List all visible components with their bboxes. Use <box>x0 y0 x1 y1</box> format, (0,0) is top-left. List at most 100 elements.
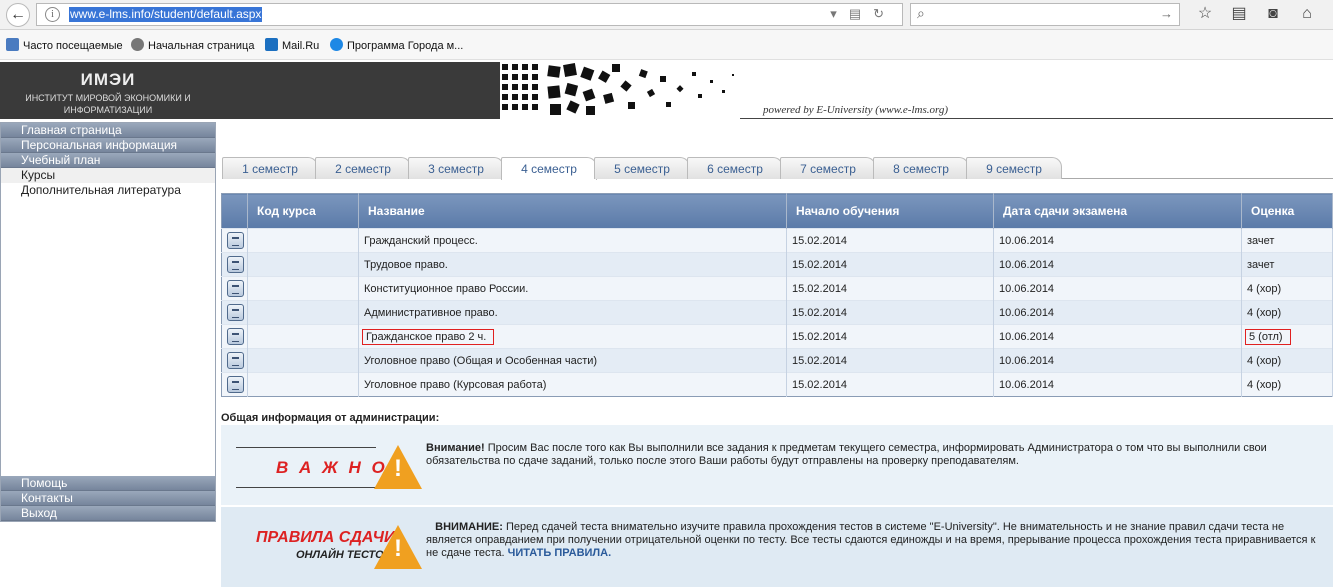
course-start: 15.02.2014 <box>786 372 994 397</box>
table-row: Конституционное право России. 15.02.2014… <box>221 276 1333 301</box>
browser-toolbar: ← i www.e-lms.info/student/default.aspx … <box>0 0 1333 30</box>
course-details-icon[interactable] <box>227 256 244 273</box>
course-exam-date: 10.06.2014 <box>993 348 1242 373</box>
highlighted-course-name: Гражданское право 2 ч. <box>361 328 495 345</box>
table-row: Гражданский процесс. 15.02.2014 10.06.20… <box>221 228 1333 253</box>
course-code <box>247 324 359 349</box>
course-grade: 4 (хор) <box>1241 348 1333 373</box>
table-row: Уголовное право (Курсовая работа) 15.02.… <box>221 372 1333 397</box>
search-input[interactable]: ⌕ → <box>910 3 1180 26</box>
course-code <box>247 300 359 325</box>
semester-tabs: 1 семестр 2 семестр 3 семестр 4 семестр … <box>222 157 1333 180</box>
mailru-icon <box>265 38 278 51</box>
tab-semester-8[interactable]: 8 семестр <box>873 157 969 179</box>
tab-semester-5[interactable]: 5 семестр <box>594 157 690 179</box>
course-details-icon[interactable] <box>227 232 244 249</box>
sidebar: Главная страница Персональная информация… <box>0 122 216 522</box>
column-header-code[interactable]: Код курса <box>247 193 359 229</box>
clipboard-icon[interactable]: ▤ <box>1222 3 1256 23</box>
tab-semester-1[interactable]: 1 семестр <box>222 157 318 179</box>
logo-subtitle: ИНСТИТУТ МИРОВОЙ ЭКОНОМИКИ И ИНФОРМАТИЗА… <box>25 93 191 115</box>
tab-semester-2[interactable]: 2 семестр <box>315 157 411 179</box>
highlighted-grade: 5 (отл) <box>1245 328 1291 345</box>
course-code <box>247 372 359 397</box>
course-grade: 5 (отл) <box>1241 324 1333 349</box>
site-header: ИМЭИ ИНСТИТУТ МИРОВОЙ ЭКОНОМИКИ И ИНФОРМ… <box>0 62 1333 119</box>
column-header-start[interactable]: Начало обучения <box>786 193 994 229</box>
sidebar-item-help[interactable]: Помощь <box>1 476 215 491</box>
sidebar-subitem-extra-literature[interactable]: Дополнительная литература <box>1 183 215 198</box>
tab-semester-9[interactable]: 9 семестр <box>966 157 1062 179</box>
course-details-icon[interactable] <box>227 352 244 369</box>
sidebar-item-contacts[interactable]: Контакты <box>1 491 215 506</box>
tab-semester-6[interactable]: 6 семестр <box>687 157 783 179</box>
course-details-icon[interactable] <box>227 376 244 393</box>
logo: ИМЭИ ИНСТИТУТ МИРОВОЙ ЭКОНОМИКИ И ИНФОРМ… <box>0 62 500 119</box>
course-details-icon[interactable] <box>227 328 244 345</box>
course-exam-date: 10.06.2014 <box>993 252 1242 277</box>
arrow-right-icon[interactable]: → <box>1160 6 1173 21</box>
course-name: Конституционное право России. <box>358 276 787 301</box>
tab-semester-3[interactable]: 3 семестр <box>408 157 504 179</box>
course-grade: зачет <box>1241 228 1333 253</box>
course-name: Уголовное право (Курсовая работа) <box>358 372 787 397</box>
course-code <box>247 276 359 301</box>
tab-semester-7[interactable]: 7 семестр <box>780 157 876 179</box>
bookmark-item[interactable]: Часто посещаемые <box>6 38 123 52</box>
courses-table: Код курса Название Начало обучения Дата … <box>221 193 1333 397</box>
bookmarks-bar: Часто посещаемые Начальная страница Mail… <box>0 30 1333 60</box>
course-start: 15.02.2014 <box>786 228 994 253</box>
pocket-icon[interactable]: ◙ <box>1256 5 1290 23</box>
table-header-row: Код курса Название Начало обучения Дата … <box>221 193 1333 229</box>
course-exam-date: 10.06.2014 <box>993 372 1242 397</box>
course-start: 15.02.2014 <box>786 348 994 373</box>
bookmark-item[interactable]: Mail.Ru <box>265 38 319 52</box>
course-code <box>247 252 359 277</box>
sidebar-subitem-courses[interactable]: Курсы <box>1 168 215 183</box>
table-row: Уголовное право (Общая и Особенная части… <box>221 348 1333 373</box>
play-icon <box>330 38 343 51</box>
tab-semester-4[interactable]: 4 семестр <box>501 157 597 180</box>
important-notice: В А Ж Н О ! ! Внимание! Просим Вас после… <box>221 425 1333 505</box>
course-start: 15.02.2014 <box>786 324 994 349</box>
course-name: Уголовное право (Общая и Особенная части… <box>358 348 787 373</box>
admin-info-title: Общая информация от администрации: <box>221 412 440 424</box>
bookmark-item[interactable]: Программа Города м... <box>330 38 463 52</box>
info-icon[interactable]: i <box>45 7 60 22</box>
course-exam-date: 10.06.2014 <box>993 324 1242 349</box>
sidebar-item-personal-info[interactable]: Персональная информация <box>1 138 215 153</box>
course-grade: зачет <box>1241 252 1333 277</box>
address-bar[interactable]: i www.e-lms.info/student/default.aspx ▾▤… <box>36 3 903 26</box>
sidebar-item-home[interactable]: Главная страница <box>1 123 215 138</box>
course-start: 15.02.2014 <box>786 300 994 325</box>
course-details-icon[interactable] <box>227 304 244 321</box>
url-text[interactable]: www.e-lms.info/student/default.aspx <box>69 7 263 22</box>
sidebar-item-study-plan[interactable]: Учебный план <box>1 153 215 168</box>
bookmark-folder-icon <box>6 38 19 51</box>
important-text: Внимание! Просим Вас после того как Вы в… <box>426 442 1267 467</box>
sidebar-item-logout[interactable]: Выход <box>1 506 215 521</box>
home-icon[interactable]: ⌂ <box>1290 5 1324 23</box>
column-header-exam[interactable]: Дата сдачи экзамена <box>993 193 1242 229</box>
course-grade: 4 (хор) <box>1241 276 1333 301</box>
column-header-name[interactable]: Название <box>358 193 787 229</box>
column-header-grade[interactable]: Оценка <box>1241 193 1333 229</box>
table-row: Административное право. 15.02.2014 10.06… <box>221 300 1333 325</box>
back-arrow-icon[interactable]: ← <box>6 3 30 27</box>
star-icon[interactable]: ☆ <box>1188 3 1222 23</box>
test-rules-banner: ПРАВИЛА СДАЧИ ОНЛАЙН ТЕСТОВ ! <box>236 507 422 569</box>
reader-reload-icons[interactable]: ▾▤↻ <box>830 6 896 22</box>
course-exam-date: 10.06.2014 <box>993 276 1242 301</box>
course-exam-date: 10.06.2014 <box>993 228 1242 253</box>
table-row: Гражданское право 2 ч. 15.02.2014 10.06.… <box>221 324 1333 349</box>
course-details-icon[interactable] <box>227 280 244 297</box>
bookmark-item[interactable]: Начальная страница <box>131 38 254 52</box>
header-pattern <box>500 62 740 119</box>
course-name: Гражданское право 2 ч. <box>358 324 787 349</box>
course-start: 15.02.2014 <box>786 276 994 301</box>
read-rules-link[interactable]: ЧИТАТЬ ПРАВИЛА. <box>508 547 612 559</box>
column-header-icon <box>221 193 248 229</box>
test-rules-notice: ПРАВИЛА СДАЧИ ОНЛАЙН ТЕСТОВ ! ВНИМАНИЕ: … <box>221 507 1333 587</box>
course-name: Трудовое право. <box>358 252 787 277</box>
course-start: 15.02.2014 <box>786 252 994 277</box>
